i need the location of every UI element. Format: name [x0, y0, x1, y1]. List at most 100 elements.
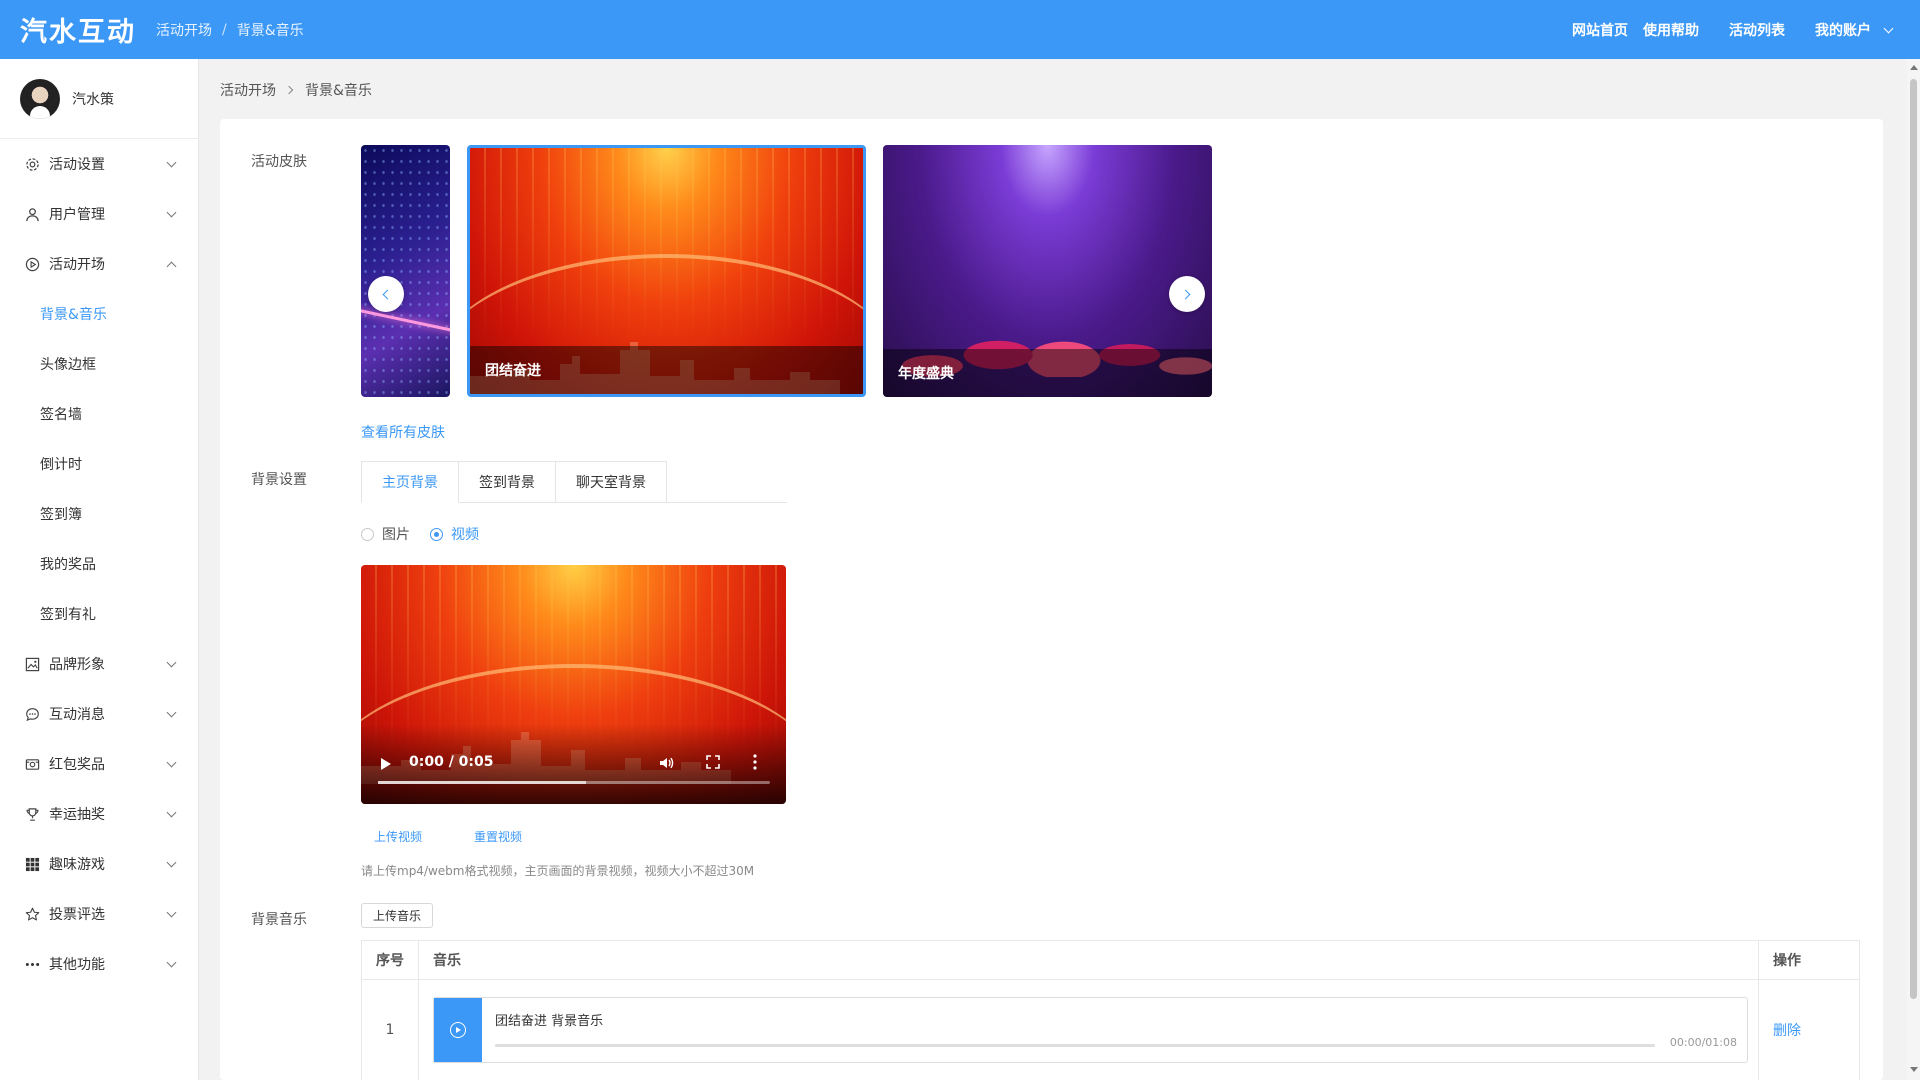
chevron-right-icon — [1180, 289, 1191, 299]
page-scrollbar[interactable] — [1907, 59, 1920, 1080]
fullscreen-icon[interactable] — [706, 755, 720, 769]
sidebar-item-label: 幸运抽奖 — [49, 807, 105, 823]
sidebar-item-red-packet-prizes[interactable]: 红包奖品 — [0, 739, 198, 789]
chevron-down-icon — [166, 857, 177, 868]
sidebar-item-interactive-messages[interactable]: 互动消息 — [0, 689, 198, 739]
scroll-up-arrow-icon[interactable] — [1910, 65, 1918, 70]
radio-label: 视频 — [451, 527, 479, 543]
user-name: 汽水策 — [72, 91, 114, 108]
sidebar-subitem-avatar-frame[interactable]: 头像边框 — [0, 339, 198, 389]
red-packet-icon — [24, 756, 40, 772]
chevron-down-icon — [1883, 23, 1894, 33]
music-label: 背景音乐 — [251, 912, 307, 928]
chevron-down-icon — [166, 707, 177, 718]
skin-label: 活动皮肤 — [251, 154, 307, 170]
sidebar-item-voting[interactable]: 投票评选 — [0, 889, 198, 939]
video-buffer — [378, 781, 586, 784]
avatar[interactable] — [20, 78, 60, 119]
row-music-cell: 团结奋进 背景音乐 00:00/01:08 — [419, 980, 1759, 1080]
sidebar-item-label: 品牌形象 — [49, 657, 105, 673]
chevron-down-icon — [166, 757, 177, 768]
music-progress-bar[interactable] — [495, 1044, 1655, 1047]
delete-music-link[interactable]: 删除 — [1773, 1020, 1801, 1040]
sidebar-item-brand-image[interactable]: 品牌形象 — [0, 639, 198, 689]
background-video-player[interactable]: 0:00 / 0:05 — [361, 565, 786, 804]
reset-video-link[interactable]: 重置视频 — [474, 828, 522, 845]
tab-home-background[interactable]: 主页背景 — [361, 461, 459, 503]
sidebar-item-user-management[interactable]: 用户管理 — [0, 189, 198, 239]
volume-icon[interactable] — [658, 755, 674, 771]
view-all-skins-link[interactable]: 查看所有皮肤 — [361, 422, 445, 442]
nav-account-menu[interactable]: 我的账户 — [1815, 20, 1894, 40]
chevron-right-icon — [284, 85, 294, 95]
sidebar-item-lucky-draw[interactable]: 幸运抽奖 — [0, 789, 198, 839]
music-table-header: 序号 音乐 操作 — [362, 941, 1859, 980]
chevron-down-icon — [166, 957, 177, 968]
breadcrumb-parent[interactable]: 活动开场 — [220, 80, 276, 100]
tab-chatroom-background[interactable]: 聊天室背景 — [555, 461, 667, 502]
sidebar-menu: 活动设置 用户管理 活动开场 背景&音乐 头像边框 签名墙 倒计时 签到簿 我的… — [0, 139, 198, 989]
upload-music-button[interactable]: 上传音乐 — [361, 903, 434, 928]
gear-icon — [24, 156, 40, 172]
music-title: 团结奋进 背景音乐 — [495, 1014, 604, 1029]
breadcrumb-current: 背景&音乐 — [305, 83, 372, 99]
grid-icon — [24, 856, 40, 872]
top-bar: 汽水互动 活动开场 / 背景&音乐 网站首页 使用帮助 活动列表 我的账户 — [0, 0, 1920, 59]
sidebar-subitem-checkin-gift[interactable]: 签到有礼 — [0, 589, 198, 639]
main-card: 活动皮肤 团结奋进 年度盛典 查看所有皮肤 背景设置 主页背景 签到背景 聊天室… — [220, 119, 1883, 1080]
scroll-down-arrow-icon[interactable] — [1910, 1067, 1918, 1072]
sidebar-item-fun-games[interactable]: 趣味游戏 — [0, 839, 198, 889]
sidebar-subitem-signature-wall[interactable]: 签名墙 — [0, 389, 198, 439]
radio-image[interactable]: 图片 — [361, 524, 410, 544]
background-type-radio-group: 图片 视频 — [361, 524, 499, 544]
sidebar-item-label: 其他功能 — [49, 957, 105, 973]
scrollbar-thumb[interactable] — [1910, 79, 1917, 999]
logo[interactable]: 汽水互动 — [20, 10, 136, 49]
user-icon — [24, 206, 40, 222]
nav-account-label: 我的账户 — [1815, 22, 1871, 39]
row-index: 1 — [362, 980, 419, 1080]
sidebar-item-activity-opening[interactable]: 活动开场 — [0, 239, 198, 289]
music-player: 团结奋进 背景音乐 00:00/01:08 — [433, 997, 1748, 1063]
skin-card-selected[interactable]: 团结奋进 — [467, 145, 866, 397]
breadcrumb: 活动开场 背景&音乐 — [220, 80, 372, 100]
column-music: 音乐 — [419, 941, 1759, 979]
nav-home-link[interactable]: 网站首页 — [1572, 20, 1628, 40]
user-box: 汽水策 — [0, 59, 198, 139]
sidebar-item-label: 趣味游戏 — [49, 857, 105, 873]
background-tabs: 主页背景 签到背景 聊天室背景 — [361, 461, 787, 503]
skin-carousel: 团结奋进 年度盛典 — [361, 145, 1231, 397]
music-table: 序号 音乐 操作 1 团结奋进 背景音乐 00:00/01:08 删除 — [361, 940, 1860, 1080]
radio-label: 图片 — [382, 527, 410, 543]
sidebar-item-activity-settings[interactable]: 活动设置 — [0, 139, 198, 189]
carousel-next-button[interactable] — [1169, 276, 1205, 312]
header-crumb-separator: / — [222, 21, 227, 38]
sidebar-subitem-background-music[interactable]: 背景&音乐 — [0, 289, 198, 339]
skin-card-next[interactable]: 年度盛典 — [883, 145, 1212, 397]
video-time: 0:00 / 0:05 — [409, 754, 494, 770]
background-label: 背景设置 — [251, 472, 307, 488]
image-icon — [24, 656, 40, 672]
sidebar-subitem-my-prizes[interactable]: 我的奖品 — [0, 539, 198, 589]
nav-activities-link[interactable]: 活动列表 — [1729, 20, 1785, 40]
sidebar-item-label: 互动消息 — [49, 707, 105, 723]
radio-video[interactable]: 视频 — [430, 524, 479, 544]
sidebar-item-other-functions[interactable]: 其他功能 — [0, 939, 198, 989]
skin-card-previous[interactable] — [361, 145, 450, 397]
carousel-prev-button[interactable] — [368, 276, 404, 312]
video-upload-hint: 请上传mp4/webm格式视频，主页画面的背景视频，视频大小不超过30M — [361, 864, 755, 878]
more-vertical-icon[interactable] — [753, 754, 757, 770]
upload-video-link[interactable]: 上传视频 — [374, 828, 422, 845]
tab-checkin-background[interactable]: 签到背景 — [458, 461, 556, 502]
chevron-down-icon — [166, 907, 177, 918]
video-progress-bar[interactable] — [378, 781, 770, 784]
music-play-button[interactable] — [434, 998, 482, 1062]
chevron-up-icon — [166, 261, 177, 272]
nav-help-link[interactable]: 使用帮助 — [1643, 20, 1699, 40]
header-crumb-parent[interactable]: 活动开场 — [156, 20, 212, 40]
sidebar-subitem-checkin-book[interactable]: 签到簿 — [0, 489, 198, 539]
video-controls: 0:00 / 0:05 — [361, 744, 786, 804]
sidebar-subitem-countdown[interactable]: 倒计时 — [0, 439, 198, 489]
row-action-cell: 删除 — [1759, 980, 1859, 1080]
play-icon[interactable] — [381, 758, 391, 770]
